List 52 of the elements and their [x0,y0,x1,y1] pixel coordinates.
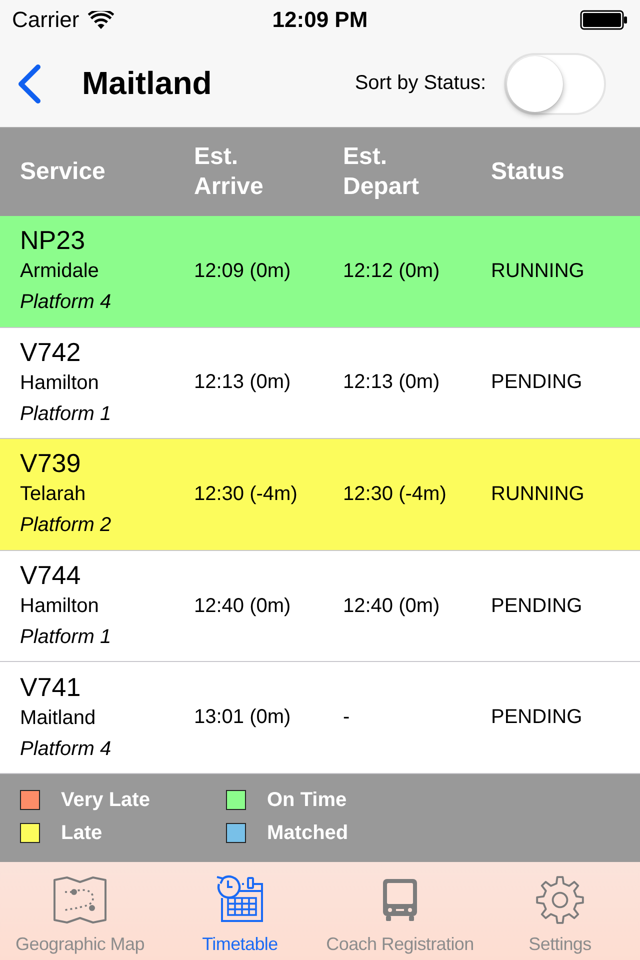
origin-text: Hamilton [20,370,100,396]
map-icon [53,874,107,926]
status-time: 12:09 PM [272,7,368,33]
origin-text: Hamilton [20,594,100,620]
status-text: RUNNING [491,260,586,283]
service-code: V739 [20,447,82,480]
back-icon[interactable] [16,64,42,104]
battery-icon [580,10,628,30]
legend-label: On Time [267,788,347,812]
depart-time: 12:13 (0m) [343,371,441,394]
arrive-time: 12:30 (-4m) [194,482,298,506]
origin-text: Telarah [20,482,87,508]
timetable-row[interactable]: V739 Telarah Platform 2 12:30 (-4m) 12:30 (-4m) RUNNING [0,439,640,551]
service-code: V742 [20,336,82,368]
depart-time: 12:40 (0m) [343,594,441,618]
timetable-row[interactable]: V742 Hamilton Platform 1 12:13 (0m) 12:13 (0m) PENDING [0,328,640,440]
page-title: Maitland [82,65,212,102]
legend-label: Very Late [61,788,150,812]
legend-label: Matched [267,822,348,844]
status-text: PENDING [491,594,584,618]
status-text: RUNNING [491,482,586,506]
arrive-time: 12:13 (0m) [194,371,292,394]
tab-button[interactable]: Timetable [160,862,320,960]
arrive-time: 13:01 (0m) [194,706,292,730]
service-code: NP23 [20,224,86,256]
legend-label: Late [61,822,102,844]
service-code: V741 [20,670,82,703]
platform-text: Platform 4 [20,736,112,762]
service-code: V744 [20,559,82,592]
column-header: Est. Arrive [194,142,264,202]
column-header: Status [491,157,564,187]
arrive-time: 12:09 (0m) [194,260,292,283]
wifi-icon [88,10,114,30]
platform-text: Platform 1 [20,625,112,650]
settings-icon [535,874,585,926]
platform-text: Platform 2 [20,513,112,538]
platform-text: Platform 1 [20,402,112,427]
column-header: Est. Depart [343,142,420,202]
depart-time: 12:30 (-4m) [343,482,448,506]
column-header: Service [20,157,106,187]
arrive-time: 12:40 (0m) [194,594,292,618]
depart-time: - [343,706,351,730]
timetable-row[interactable]: NP23 Armidale Platform 4 12:09 (0m) 12:12 (0m) RUNNING [0,216,640,328]
sort-label: Sort by Status: [354,72,486,95]
origin-text: Maitland [20,706,97,731]
platform-text: Platform 4 [20,290,112,316]
sort-toggle[interactable] [504,52,606,114]
origin-text: Armidale [20,259,100,284]
depart-time: 12:12 (0m) [343,260,441,283]
status-text: PENDING [491,706,584,730]
status-text: PENDING [491,371,584,394]
carrier-text: Carrier [12,7,80,33]
